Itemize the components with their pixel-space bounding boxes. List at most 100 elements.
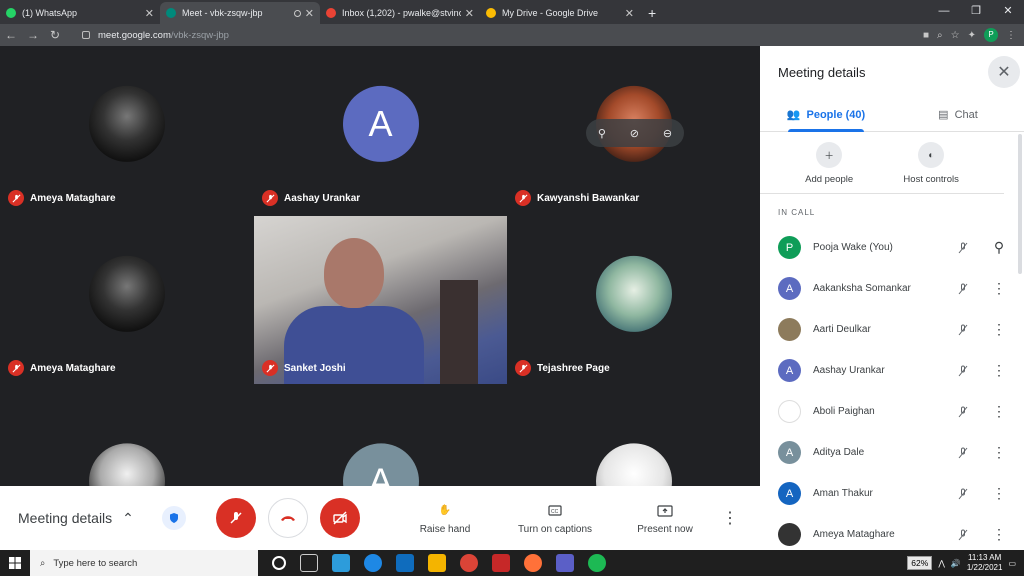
minimize-icon[interactable]: — (928, 0, 960, 22)
add-people-button[interactable]: ＋ Add people (805, 142, 853, 185)
launcher-icon[interactable] (332, 554, 350, 572)
meeting-details-toggle[interactable]: Meeting details ⌃ (18, 510, 148, 527)
participant-row[interactable]: A Aashay Urankar ⋮ (760, 350, 1024, 391)
recording-indicator-icon (293, 9, 301, 17)
mute-participant-icon[interactable]: ⊘ (630, 127, 639, 140)
participant-row[interactable]: A Aakanksha Somankar ⋮ (760, 268, 1024, 309)
participant-name: Pooja Wake (You) (813, 242, 893, 253)
participant-row[interactable]: P Pooja Wake (You) ⚲ (760, 227, 1024, 268)
close-tab-icon[interactable]: ✕ (465, 7, 474, 20)
more-options-icon[interactable]: ⋮ (981, 444, 1017, 461)
cortana-icon[interactable] (272, 556, 286, 570)
call-buttons (216, 498, 360, 538)
mic-muted-icon (945, 529, 981, 541)
people-tab-label: People (40) (806, 108, 866, 121)
raise-hand-button[interactable]: ✋ Raise hand (390, 502, 500, 535)
app-icon[interactable] (492, 554, 510, 572)
new-tab-icon[interactable]: + (640, 2, 664, 24)
volume-icon[interactable]: 🔊 (951, 559, 961, 568)
extensions-icon[interactable]: ✦ (968, 30, 976, 41)
panel-scrollbar[interactable] (1018, 134, 1022, 274)
task-view-icon[interactable] (300, 554, 318, 572)
tab-meet[interactable]: Meet - vbk-zsqw-jbp ✕ (160, 2, 320, 24)
zoom-icon[interactable]: ⌕ (937, 30, 943, 41)
participant-row[interactable]: Ameya Mataghare ⋮ (760, 514, 1024, 550)
lock-icon[interactable] (82, 31, 90, 39)
url-field[interactable]: meet.google.com/vbk-zsqw-jbp (72, 26, 872, 44)
battery-indicator[interactable]: 62% (907, 556, 933, 570)
participant-tile[interactable]: Tejashree Page (507, 216, 760, 384)
participant-row[interactable]: A Aman Thakur ⋮ (760, 473, 1024, 514)
pin-icon[interactable]: ⚲ (981, 239, 1017, 256)
toggle-icon: ◐ (918, 142, 945, 168)
more-options-icon[interactable]: ⋮ (720, 508, 740, 528)
participant-name: Aashay Urankar (284, 192, 361, 204)
more-options-icon[interactable]: ⋮ (981, 321, 1017, 338)
network-icon[interactable]: ⋀ (938, 559, 945, 568)
close-panel-icon[interactable]: ✕ (988, 56, 1020, 88)
forward-icon[interactable]: → (22, 28, 44, 42)
toggle-mic-button[interactable] (216, 498, 256, 538)
tab-chat[interactable]: ▤ Chat (892, 98, 1024, 131)
spotify-icon[interactable] (588, 554, 606, 572)
more-options-icon[interactable]: ⋮ (981, 403, 1017, 420)
participant-avatar (778, 400, 801, 423)
notifications-icon[interactable]: ▭ (1008, 559, 1016, 568)
browser-tabstrip: (1) WhatsApp ✕ Meet - vbk-zsqw-jbp ✕ Inb… (0, 0, 1024, 24)
participant-avatar: A (778, 482, 801, 505)
present-screen-icon (657, 502, 673, 520)
maximize-icon[interactable]: ❐ (960, 0, 992, 22)
taskbar-search-field[interactable]: ⌕ Type here to search (30, 550, 258, 576)
profile-avatar[interactable]: P (984, 28, 998, 42)
more-options-icon[interactable]: ⋮ (981, 485, 1017, 502)
participant-name-label: Kawyanshi Bawankar (515, 190, 639, 206)
more-options-icon[interactable]: ⋮ (981, 526, 1017, 543)
browser-menu-icon[interactable]: ⋮ (1006, 30, 1016, 41)
security-shield-icon[interactable] (162, 506, 186, 530)
participant-row[interactable]: Aarti Deulkar ⋮ (760, 309, 1024, 350)
mic-muted-icon (945, 242, 981, 254)
file-explorer-icon[interactable] (428, 554, 446, 572)
leave-call-button[interactable] (268, 498, 308, 538)
participant-tile[interactable]: A Aashay Urankar (254, 46, 507, 214)
tab-title: Meet - vbk-zsqw-jbp (182, 8, 263, 18)
tab-whatsapp[interactable]: (1) WhatsApp ✕ (0, 2, 160, 24)
tab-title: (1) WhatsApp (22, 8, 78, 18)
firefox-icon[interactable] (524, 554, 542, 572)
raise-hand-label: Raise hand (419, 523, 471, 535)
participant-row[interactable]: Aboli Paighan ⋮ (760, 391, 1024, 432)
more-options-icon[interactable]: ⋮ (981, 280, 1017, 297)
mail-icon[interactable] (396, 554, 414, 572)
tab-people[interactable]: 👥 People (40) (760, 98, 892, 132)
close-tab-icon[interactable]: ✕ (625, 7, 634, 20)
tab-drive[interactable]: My Drive - Google Drive ✕ (480, 2, 640, 24)
close-window-icon[interactable]: ✕ (992, 0, 1024, 22)
participant-tile[interactable]: Ameya Mataghare (0, 46, 253, 214)
participant-tile[interactable]: Ameya Mataghare (0, 216, 253, 384)
host-controls-button[interactable]: ◐ Host controls (903, 142, 959, 185)
star-icon[interactable]: ☆ (951, 30, 960, 41)
camera-icon[interactable]: ■ (923, 30, 929, 41)
participant-video[interactable]: Sanket Joshi (254, 216, 507, 384)
participant-row[interactable]: A Aditya Dale ⋮ (760, 432, 1024, 473)
tile-hover-controls: ⚲ ⊘ ⊖ (586, 119, 684, 147)
pin-icon[interactable]: ⚲ (598, 127, 606, 140)
remove-icon[interactable]: ⊖ (663, 127, 672, 140)
more-options-icon[interactable]: ⋮ (981, 362, 1017, 379)
teams-icon[interactable] (556, 554, 574, 572)
panel-tabs: 👥 People (40) ▤ Chat (760, 98, 1024, 132)
present-now-button[interactable]: Present now (610, 502, 720, 535)
screen: (1) WhatsApp ✕ Meet - vbk-zsqw-jbp ✕ Inb… (0, 0, 1024, 576)
windows-start-icon[interactable] (0, 557, 30, 569)
reload-icon[interactable]: ↻ (44, 28, 66, 42)
close-tab-icon[interactable]: ✕ (145, 7, 154, 20)
clock[interactable]: 11:13 AM 1/22/2021 (967, 553, 1003, 573)
toggle-camera-button[interactable] (320, 498, 360, 538)
captions-button[interactable]: CC Turn on captions (500, 502, 610, 535)
close-tab-icon[interactable]: ✕ (305, 7, 314, 20)
tab-gmail[interactable]: Inbox (1,202) - pwalke@stvincen ✕ (320, 2, 480, 24)
chrome-icon[interactable] (460, 554, 478, 572)
edge-icon[interactable] (364, 554, 382, 572)
back-icon[interactable]: ← (0, 28, 22, 42)
participant-name: Ameya Mataghare (30, 362, 116, 374)
